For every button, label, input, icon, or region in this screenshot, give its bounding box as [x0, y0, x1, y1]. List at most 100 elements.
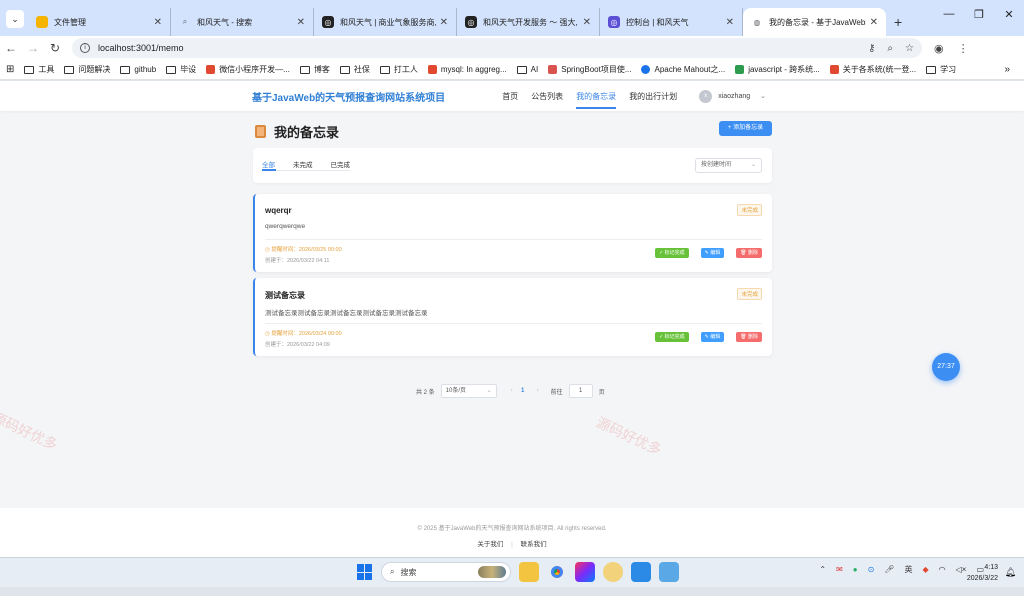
tray-chevron-up-icon[interactable]: ⌃: [819, 565, 826, 574]
bookmarks-more-icon[interactable]: »: [1004, 64, 1010, 75]
apps-grid-icon[interactable]: ⊞: [6, 64, 14, 75]
folder-icon: [299, 65, 310, 74]
csdn-icon: [829, 65, 839, 74]
sort-select[interactable]: 按创建时间 ⌄: [695, 158, 762, 173]
restore-icon[interactable]: ❐: [964, 8, 994, 21]
user-menu[interactable]: x xiaozhang ⌄: [699, 89, 766, 103]
tab-completed[interactable]: 已完成: [331, 159, 351, 169]
browser-tab[interactable]: 文件管理 ✕: [28, 8, 171, 36]
bookmark-item[interactable]: 毕设: [166, 64, 196, 75]
site-info-icon[interactable]: i: [80, 43, 90, 53]
windows-start-icon[interactable]: [357, 564, 373, 580]
mark-done-button[interactable]: ✓ 标记完成: [655, 248, 689, 258]
browser-tab[interactable]: ⌕ 和风天气 - 搜索 ✕: [171, 8, 314, 36]
bookmark-label: 工具: [38, 65, 55, 74]
footer-link-contact[interactable]: 联系我们: [521, 541, 547, 548]
bookmark-item[interactable]: Apache Mahout之...: [641, 64, 725, 75]
page-size-select[interactable]: 10条/页 ⌄: [440, 384, 497, 398]
taskbar-search[interactable]: ⌕ 搜索: [381, 562, 511, 582]
prev-page-icon[interactable]: ‹: [507, 388, 517, 394]
site-brand[interactable]: 基于JavaWeb的天气预报查询网站系统项目: [252, 89, 445, 104]
csdn-icon: [427, 65, 437, 74]
timer-badge[interactable]: 27:37: [932, 353, 960, 381]
mark-done-button[interactable]: ✓ 标记完成: [655, 332, 689, 342]
page-title-text: 我的备忘录: [274, 125, 340, 140]
tray-app-icon[interactable]: ◆: [922, 565, 928, 574]
bookmark-item[interactable]: github: [120, 65, 156, 74]
intellij-icon[interactable]: [575, 562, 595, 582]
page-number[interactable]: 1: [517, 388, 529, 394]
bookmark-item[interactable]: 问题解决: [64, 64, 110, 75]
footer-link-about[interactable]: 关于我们: [477, 541, 503, 548]
delete-button[interactable]: 🗑 删除: [736, 332, 762, 342]
close-tab-icon[interactable]: ✕: [440, 17, 448, 28]
new-tab-icon[interactable]: +: [894, 14, 902, 30]
notification-bell-icon[interactable]: 🔔︎: [1005, 567, 1016, 578]
close-tab-icon[interactable]: ✕: [583, 17, 591, 28]
tab-incomplete[interactable]: 未完成: [293, 159, 313, 169]
tab-all[interactable]: 全部: [262, 159, 275, 169]
edit-button[interactable]: ✎ 编辑: [700, 332, 725, 342]
forward-icon[interactable]: →: [22, 41, 44, 55]
taskbar-clock[interactable]: 4:13 2026/3/22: [967, 562, 998, 584]
memo-content: 测试备忘录测试备忘录测试备忘录测试备忘录测试备忘录: [265, 310, 428, 317]
back-icon[interactable]: ←: [0, 41, 22, 55]
wifi-icon[interactable]: ◠: [939, 565, 946, 574]
nav-travel-plan[interactable]: 我的出行计划: [629, 91, 677, 102]
notepad-icon[interactable]: [659, 562, 679, 582]
minimize-icon[interactable]: —: [934, 8, 964, 21]
app-icon[interactable]: [603, 562, 623, 582]
close-tab-icon[interactable]: ✕: [870, 17, 878, 28]
watermark: 源码好优多: [0, 408, 61, 454]
bookmark-star-icon[interactable]: ☆: [905, 43, 914, 54]
bookmark-item[interactable]: 学习: [926, 64, 956, 75]
bookmark-item[interactable]: SpringBoot项目使...: [548, 64, 631, 75]
edit-button[interactable]: ✎ 编辑: [700, 248, 725, 258]
reload-icon[interactable]: ↻: [44, 41, 66, 55]
browser-tab[interactable]: ◎ 和风天气开发服务 ～ 强大, 丰富 ✕: [457, 8, 600, 36]
bookmark-label: 毕设: [180, 65, 197, 74]
nav-memo[interactable]: 我的备忘录: [576, 91, 617, 109]
close-tab-icon[interactable]: ✕: [297, 17, 305, 28]
bookmark-item[interactable]: 关于各系统(统一登...: [829, 64, 916, 75]
tray-app-icon[interactable]: ✉: [836, 565, 843, 574]
bookmark-item[interactable]: 工具: [24, 64, 54, 75]
site-footer: © 2025 基于JavaWeb的天气预报查询网站系统项目. All right…: [0, 508, 1024, 557]
browser-tab-active[interactable]: ◍ 我的备忘录 - 基于JavaWeb的天 ✕: [743, 8, 886, 36]
vscode-icon[interactable]: [631, 562, 651, 582]
memo-created-time: 创建于：2026/03/22 04:09: [265, 342, 330, 348]
zoom-icon[interactable]: ⌕: [887, 43, 893, 54]
bookmark-item[interactable]: 打工人: [379, 64, 418, 75]
microphone-icon[interactable]: 🎤︎: [884, 565, 894, 574]
tab-search-dropdown-icon[interactable]: ⌄: [6, 10, 24, 28]
address-bar[interactable]: i localhost:3001/memo ⚷ ⌕ ☆: [72, 38, 922, 58]
bookmark-item[interactable]: mysql: In aggreg...: [427, 65, 507, 74]
browser-tab[interactable]: ◎ 和风天气 | 商业气象服务商, 天 ✕: [314, 8, 457, 36]
profile-icon[interactable]: ◉: [934, 42, 944, 55]
tray-app-icon[interactable]: ⊙: [868, 565, 875, 574]
clock-date: 2026/3/22: [966, 575, 998, 582]
chrome-icon[interactable]: [547, 562, 567, 582]
wechat-icon[interactable]: ●: [853, 565, 858, 574]
menu-icon[interactable]: ⋮: [958, 42, 969, 55]
next-page-icon[interactable]: ›: [533, 388, 543, 394]
nav-announcements[interactable]: 公告列表: [531, 91, 563, 102]
bookmark-item[interactable]: 社保: [339, 64, 370, 75]
close-tab-icon[interactable]: ✕: [154, 17, 162, 28]
delete-button[interactable]: 🗑 删除: [736, 248, 762, 258]
file-explorer-icon[interactable]: [519, 562, 539, 582]
bookmark-item[interactable]: 微信小程序开发—...: [206, 64, 290, 75]
nav-home[interactable]: 首页: [502, 91, 518, 102]
browser-tab[interactable]: ◎ 控制台 | 和风天气 ✕: [600, 8, 743, 36]
close-tab-icon[interactable]: ✕: [726, 17, 734, 28]
password-key-icon[interactable]: ⚷: [868, 43, 875, 54]
volume-icon[interactable]: ◁×: [956, 565, 967, 574]
bookmark-item[interactable]: javascript - 跨系统...: [735, 64, 820, 75]
bookmark-label: 打工人: [393, 65, 418, 74]
add-memo-button[interactable]: + 添加备忘录: [719, 121, 772, 136]
bookmark-item[interactable]: AI: [516, 65, 538, 74]
bookmark-item[interactable]: 博客: [299, 64, 330, 75]
close-window-icon[interactable]: ✕: [994, 8, 1024, 21]
goto-page-input[interactable]: 1: [568, 384, 593, 398]
input-method-icon[interactable]: 英: [904, 564, 912, 575]
